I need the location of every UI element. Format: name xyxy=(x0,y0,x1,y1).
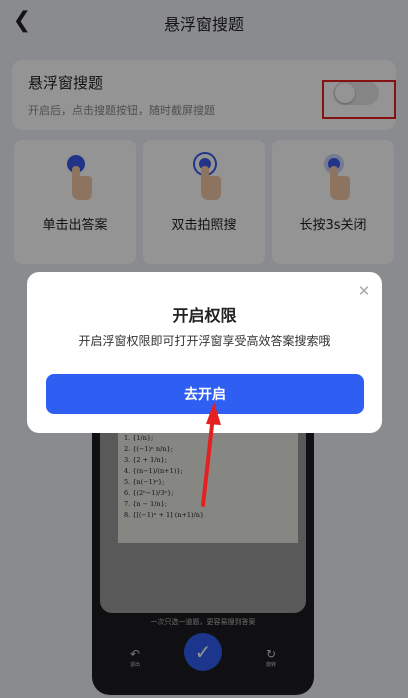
dialog-title: 开启权限 xyxy=(172,306,237,325)
close-icon[interactable]: ✕ xyxy=(355,282,373,300)
permission-dialog: ✕ 开启权限 开启浮窗权限即可打开浮窗享受高效答案搜索哦 去开启 xyxy=(27,272,382,433)
enable-button[interactable]: 去开启 xyxy=(46,374,364,414)
dialog-message: 开启浮窗权限即可打开浮窗享受高效答案搜索哦 xyxy=(78,334,331,348)
